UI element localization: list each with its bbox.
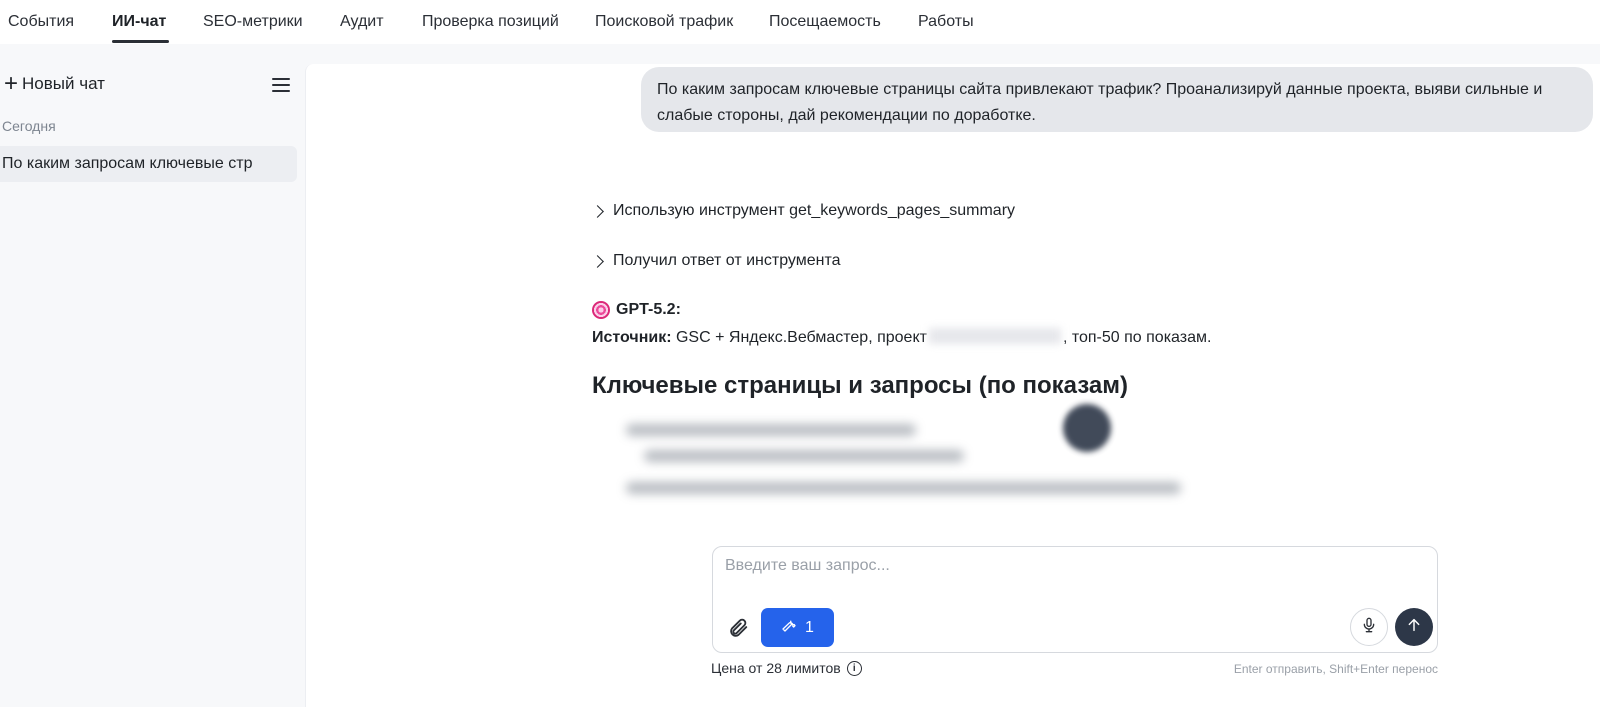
microphone-button[interactable] [1350,608,1388,646]
price-info: Цена от 28 лимитов i [711,660,862,676]
tab-seo-metrics[interactable]: SEO-метрики [203,13,303,31]
tool-result-label: Получил ответ от инструмента [613,252,841,269]
model-name: GPT-5.2: [616,301,681,318]
active-tab-indicator [112,40,169,43]
tab-position-check[interactable]: Проверка позиций [422,13,559,31]
model-logo-icon [592,301,610,319]
tool-call-label: Использую инструмент get_keywords_pages_… [613,202,1016,219]
source-label: Источник: [592,329,672,346]
chevron-right-icon [591,204,604,218]
info-icon[interactable]: i [846,660,862,676]
history-section-label: Сегодня [2,118,56,134]
menu-icon[interactable] [272,78,290,92]
model-header: GPT-5.2: [592,301,681,319]
tool-result-expander[interactable]: Получил ответ от инструмента [591,252,841,270]
price-label: Цена от 28 лимитов [711,660,841,676]
message-composer: 1 [712,546,1438,653]
chat-main: По каким запросам ключевые страницы сайт… [305,64,1600,707]
send-button[interactable] [1395,608,1433,646]
wrench-icon [781,617,797,638]
tools-button[interactable]: 1 [761,608,834,647]
message-input[interactable] [725,557,1415,597]
source-line: Источник: GSC + Яндекс.Вебмастер, проект… [592,328,1211,347]
tab-search-traffic[interactable]: Поисковой трафик [595,13,733,31]
tools-count: 1 [805,618,814,636]
history-item[interactable]: По каким запросам ключевые стр [0,146,297,182]
source-text-tail: , топ-50 по показам. [1062,329,1212,346]
tab-ai-chat[interactable]: ИИ-чат [112,13,166,31]
scroll-down-button[interactable] [1063,404,1111,452]
chevron-right-icon [591,254,604,268]
new-chat-label: Новый чат [22,74,105,93]
chat-sidebar: + Новый чат Сегодня По каким запросам кл… [0,64,298,707]
microphone-icon [1361,616,1377,639]
tool-call-expander[interactable]: Использую инструмент get_keywords_pages_… [591,202,1016,220]
plus-icon: + [4,70,19,97]
tab-works[interactable]: Работы [918,13,974,31]
new-chat-button[interactable]: + Новый чат [4,70,105,97]
tab-events[interactable]: События [8,13,74,31]
response-heading: Ключевые страницы и запросы (по показам) [592,372,1129,399]
arrow-up-icon [1406,617,1422,638]
user-message-bubble: По каким запросам ключевые страницы сайт… [641,67,1593,132]
source-text: GSC + Яндекс.Вебмастер, проект [675,329,927,346]
attach-icon[interactable] [727,617,749,639]
tab-audit[interactable]: Аудит [340,13,384,31]
redacted-project-name [928,328,1061,344]
tab-attendance[interactable]: Посещаемость [769,13,881,31]
top-navigation: События ИИ-чат SEO-метрики Аудит Проверк… [0,0,1600,44]
keyboard-hint: Enter отправить, Shift+Enter перенос [1233,662,1438,676]
